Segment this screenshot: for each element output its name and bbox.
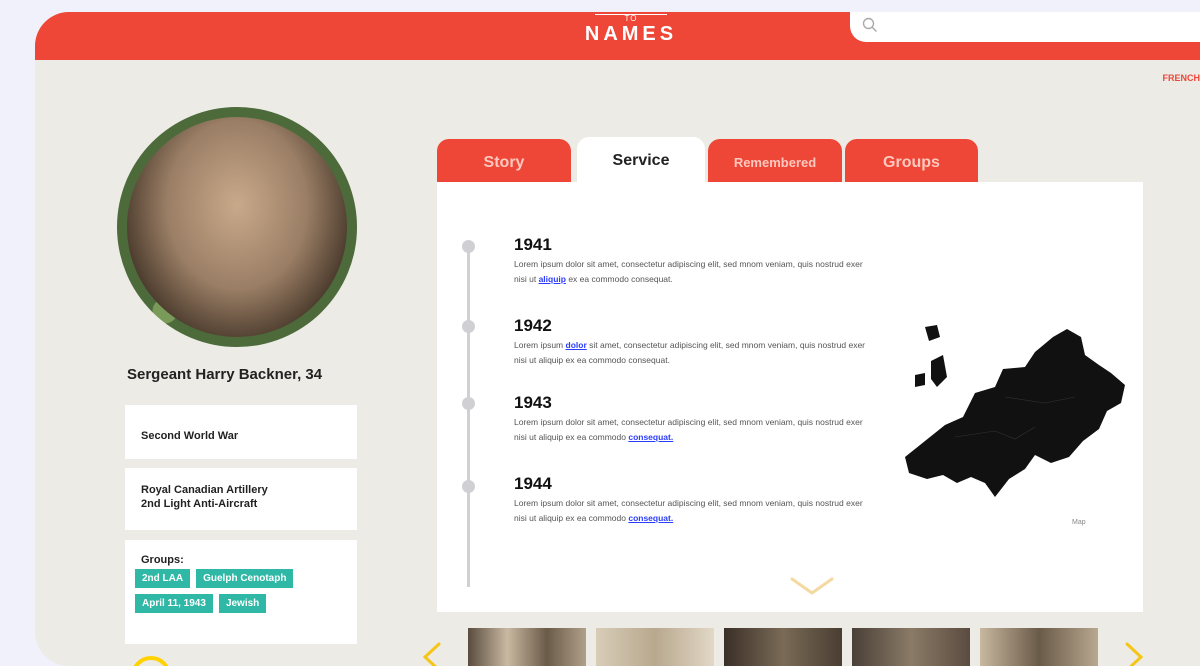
timeline-dot	[462, 397, 475, 410]
logo-small-text: TO	[595, 14, 667, 23]
photo-thumbnail[interactable]	[596, 628, 714, 666]
timeline-link[interactable]: consequat.	[628, 513, 673, 523]
service-panel: 1941 Lorem ipsum dolor sit amet, consect…	[437, 182, 1143, 612]
war-label: Second World War	[141, 430, 239, 442]
photo-thumbnail[interactable]	[468, 628, 586, 666]
europe-map[interactable]	[885, 307, 1130, 502]
chevron-down-icon[interactable]	[790, 575, 834, 597]
timeline-dot	[462, 240, 475, 253]
timeline-text: Lorem ipsum dolor sit amet, consectetur …	[514, 259, 863, 284]
timeline-link[interactable]: dolor	[566, 340, 587, 350]
timeline-entry: 1943 Lorem ipsum dolor sit amet, consect…	[514, 393, 874, 445]
groups-label: Groups:	[141, 554, 184, 566]
timeline-entry: 1942 Lorem ipsum dolor sit amet, consect…	[514, 316, 874, 368]
soldier-name: Sergeant Harry Backner, 34	[127, 366, 323, 383]
groups-card: Groups: 2nd LAA Guelph Cenotaph April 11…	[125, 540, 357, 644]
photo-thumbnail[interactable]	[724, 628, 842, 666]
photo-strip	[468, 628, 1108, 666]
badge-icon	[131, 656, 171, 666]
timeline-link[interactable]: aliquip	[539, 274, 566, 284]
photo-thumbnail[interactable]	[980, 628, 1098, 666]
unit-line-2: 2nd Light Anti-Aircraft	[141, 498, 258, 510]
logo[interactable]: TO NAMES	[581, 12, 681, 45]
tab-service[interactable]: Service	[577, 137, 705, 185]
group-tag[interactable]: 2nd LAA	[135, 569, 191, 588]
timeline-year: 1944	[514, 474, 552, 493]
timeline-year: 1941	[514, 235, 552, 254]
timeline-link[interactable]: consequat.	[628, 432, 673, 442]
tab-story[interactable]: Story	[437, 139, 571, 183]
timeline-line	[467, 242, 470, 587]
group-tags: 2nd LAA Guelph Cenotaph April 11, 1943 J…	[135, 569, 347, 613]
logo-main-text: NAMES	[584, 23, 678, 45]
top-bar: TO NAMES	[35, 12, 1200, 60]
timeline-dot	[462, 320, 475, 333]
language-toggle[interactable]: FRENCH	[1163, 73, 1200, 83]
timeline-entry: 1944 Lorem ipsum dolor sit amet, consect…	[514, 474, 874, 526]
timeline-year: 1943	[514, 393, 552, 412]
war-card: Second World War	[125, 405, 357, 459]
timeline-text: Lorem ipsum dolor sit amet, consectetur …	[514, 340, 866, 365]
group-tag[interactable]: Guelph Cenotaph	[196, 569, 294, 588]
unit-card: Royal Canadian Artillery 2nd Light Anti-…	[125, 468, 357, 530]
timeline-text: Lorem ipsum dolor sit amet, consectetur …	[514, 498, 863, 523]
search-input[interactable]	[888, 16, 1182, 40]
timeline-text: Lorem ipsum dolor sit amet, consectetur …	[514, 417, 863, 442]
tab-groups[interactable]: Groups	[845, 139, 978, 183]
portrait-frame	[117, 107, 357, 347]
map-caption: Map	[1072, 519, 1086, 526]
timeline-dot	[462, 480, 475, 493]
app-frame: TO NAMES FRENCH Sergeant Harry Backner, …	[35, 12, 1200, 666]
photo-thumbnail[interactable]	[852, 628, 970, 666]
group-tag[interactable]: Jewish	[218, 594, 267, 613]
timeline-year: 1942	[514, 316, 552, 335]
chevron-left-icon[interactable]	[421, 642, 443, 666]
tab-remembered[interactable]: Remembered	[708, 139, 842, 183]
search-icon[interactable]	[862, 17, 878, 33]
portrait-photo	[127, 117, 347, 337]
search-box[interactable]	[850, 12, 1200, 42]
group-tag[interactable]: April 11, 1943	[135, 594, 213, 613]
chevron-right-icon[interactable]	[1123, 642, 1145, 666]
unit-line-1: Royal Canadian Artillery	[141, 484, 268, 496]
timeline-entry: 1941 Lorem ipsum dolor sit amet, consect…	[514, 235, 874, 287]
